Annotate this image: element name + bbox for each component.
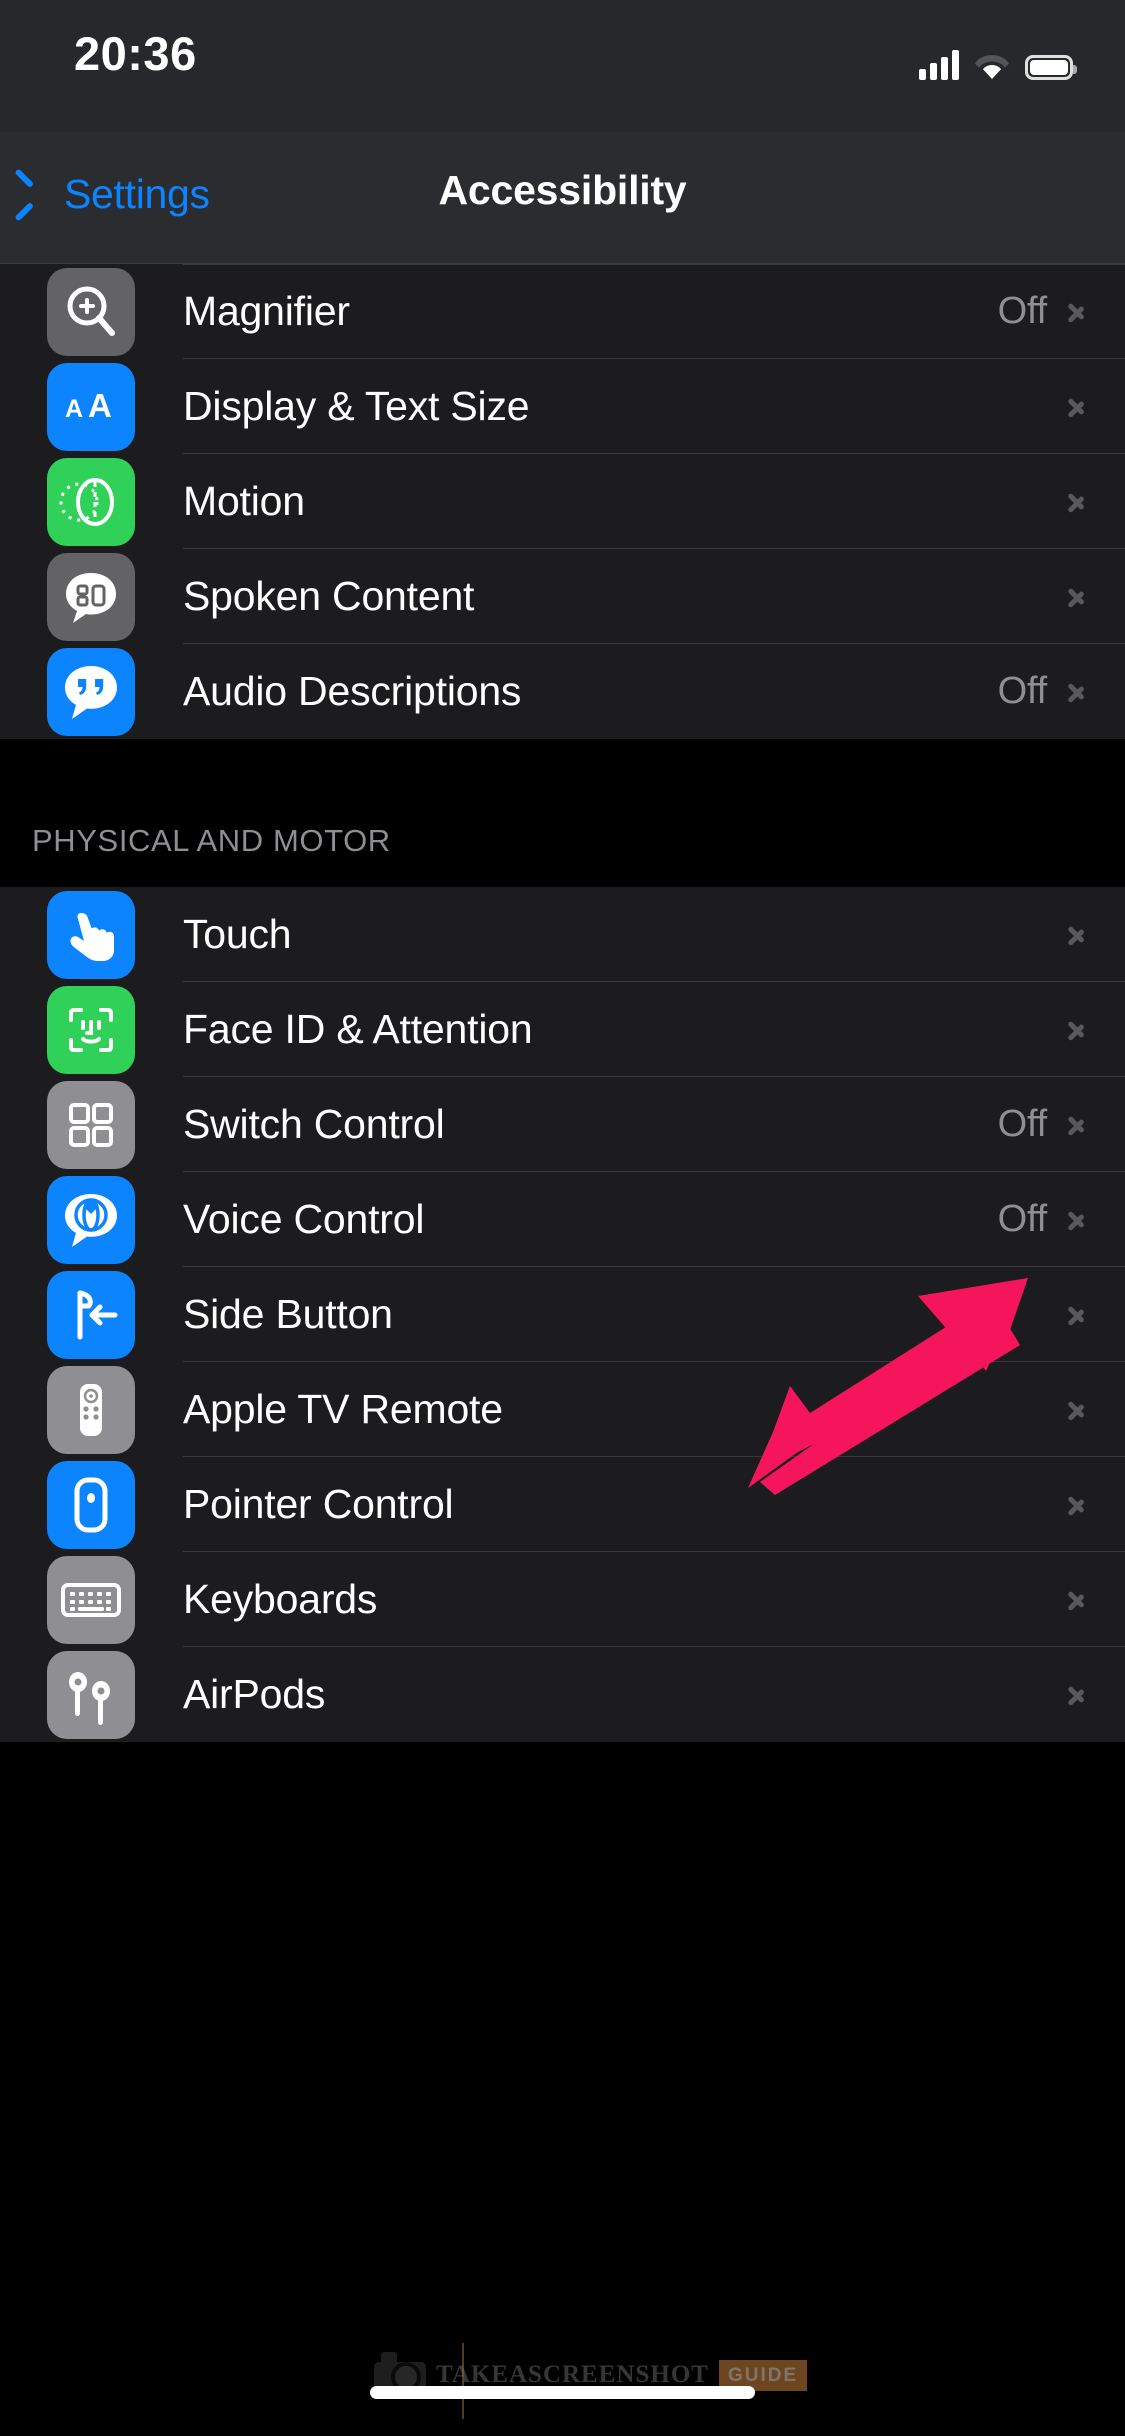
settings-list[interactable]: Magnifier Off A A Display & Text Size Mo… <box>0 264 1125 1742</box>
settings-row-value: Off <box>997 1198 1048 1240</box>
settings-row-label: Switch Control <box>183 1101 445 1147</box>
settings-row-label: Touch <box>183 911 292 957</box>
settings-row-label: Face ID & Attention <box>183 1006 533 1052</box>
settings-row-side-button[interactable]: Side Button <box>0 1267 1125 1362</box>
chevron-right-icon <box>1067 1204 1085 1236</box>
chevron-right-icon <box>1067 486 1085 518</box>
spoken-content-icon <box>47 552 135 641</box>
face-id-icon <box>47 985 135 1074</box>
cellular-bars-icon <box>919 50 959 80</box>
chevron-right-icon <box>1067 581 1085 613</box>
settings-row-label: Spoken Content <box>183 573 475 619</box>
settings-row-value: Off <box>997 670 1048 712</box>
settings-row-label: Magnifier <box>183 288 350 334</box>
keyboard-icon <box>47 1555 135 1644</box>
settings-row-label: Display & Text Size <box>183 383 530 429</box>
chevron-right-icon <box>1067 1679 1085 1711</box>
display-text-size-icon: A A <box>47 362 135 451</box>
settings-row-switch-control[interactable]: Switch Control Off <box>0 1077 1125 1172</box>
switch-control-icon <box>47 1080 135 1169</box>
settings-row-value: Off <box>997 290 1048 332</box>
audio-descriptions-icon <box>47 647 135 736</box>
settings-row-airpods[interactable]: AirPods <box>0 1647 1125 1742</box>
settings-row-label: Keyboards <box>183 1576 378 1622</box>
chevron-right-icon <box>1067 1109 1085 1141</box>
settings-row-value: Off <box>997 1103 1048 1145</box>
chevron-right-icon <box>1067 1584 1085 1616</box>
svg-text:A: A <box>88 387 112 424</box>
status-bar: 20:36 <box>0 0 1125 132</box>
settings-row-label: Voice Control <box>183 1196 425 1242</box>
settings-row-label: Audio Descriptions <box>183 668 522 714</box>
status-bar-time: 20:36 <box>74 27 197 80</box>
settings-row-touch[interactable]: Touch <box>0 887 1125 982</box>
magnifier-icon <box>47 267 135 356</box>
chevron-right-icon <box>1067 676 1085 708</box>
watermark-divider <box>462 2343 464 2419</box>
settings-row-apple-tv-remote[interactable]: Apple TV Remote <box>0 1362 1125 1457</box>
chevron-right-icon <box>1067 1299 1085 1331</box>
voice-control-icon <box>47 1175 135 1264</box>
chevron-right-icon <box>1067 1394 1085 1426</box>
svg-text:A: A <box>65 395 83 423</box>
settings-row-display-text-size[interactable]: A A Display & Text Size <box>0 359 1125 454</box>
chevron-right-icon <box>1067 1489 1085 1521</box>
apple-tv-remote-icon <box>47 1365 135 1454</box>
chevron-right-icon <box>1067 296 1085 328</box>
touch-hand-icon <box>47 890 135 979</box>
navigation-bar: Settings Accessibility <box>0 132 1125 264</box>
pointer-control-icon <box>47 1460 135 1549</box>
settings-row-spoken-content[interactable]: Spoken Content <box>0 549 1125 644</box>
settings-section-vision: Magnifier Off A A Display & Text Size Mo… <box>0 264 1125 739</box>
chevron-right-icon <box>1067 1014 1085 1046</box>
settings-row-label: Motion <box>183 478 305 524</box>
settings-row-label: Pointer Control <box>183 1481 454 1527</box>
status-bar-indicators <box>919 40 1077 80</box>
section-header-physical-and-motor: PHYSICAL AND MOTOR <box>0 739 1125 887</box>
settings-row-magnifier[interactable]: Magnifier Off <box>0 264 1125 359</box>
iphone-screen: 20:36 Settings Accessibility Magnifier O… <box>0 0 1125 2436</box>
airpods-icon <box>47 1650 135 1739</box>
settings-row-audio-descriptions[interactable]: Audio Descriptions Off <box>0 644 1125 739</box>
settings-row-motion[interactable]: Motion <box>0 454 1125 549</box>
settings-row-face-id-attention[interactable]: Face ID & Attention <box>0 982 1125 1077</box>
settings-row-pointer-control[interactable]: Pointer Control <box>0 1457 1125 1552</box>
settings-row-voice-control[interactable]: Voice Control Off <box>0 1172 1125 1267</box>
chevron-right-icon <box>1067 391 1085 423</box>
side-button-icon <box>47 1270 135 1359</box>
section-header-label: PHYSICAL AND MOTOR <box>32 823 391 858</box>
settings-row-keyboards[interactable]: Keyboards <box>0 1552 1125 1647</box>
home-indicator-bar[interactable] <box>370 2386 755 2399</box>
motion-icon <box>47 457 135 546</box>
wifi-icon <box>974 52 1010 80</box>
page-title: Accessibility <box>438 167 687 213</box>
settings-row-label: Apple TV Remote <box>183 1386 503 1432</box>
battery-full-icon <box>1025 55 1077 80</box>
watermark-text: TAKEASCREENSHOT <box>436 2361 709 2388</box>
settings-section-physical-and-motor: Touch Face ID & Attention Switch Control… <box>0 887 1125 1742</box>
settings-row-label: Side Button <box>183 1291 393 1337</box>
settings-row-label: AirPods <box>183 1671 326 1717</box>
chevron-right-icon <box>1067 919 1085 951</box>
